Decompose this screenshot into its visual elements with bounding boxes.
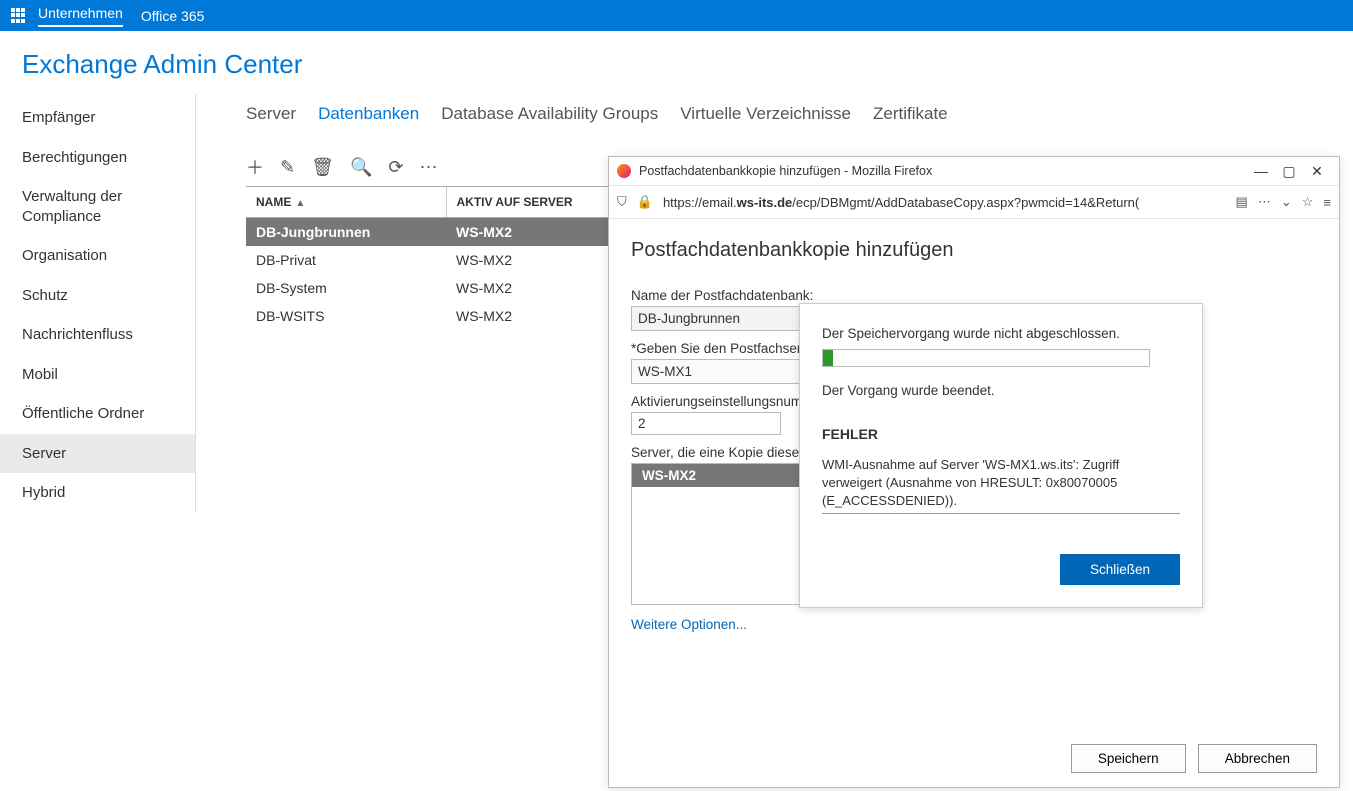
pocket-icon[interactable]: ⌄ <box>1281 194 1292 210</box>
topbar-link-o365[interactable]: Office 365 <box>141 8 205 24</box>
address-bar: ⛉ 🔒 https://email.ws-its.de/ecp/DBMgmt/A… <box>609 185 1339 219</box>
sidebar-item-hybrid[interactable]: Hybrid <box>0 473 195 513</box>
url-text[interactable]: https://email.ws-its.de/ecp/DBMgmt/AddDa… <box>663 195 1226 210</box>
dots-icon[interactable]: ⋯ <box>1258 194 1271 210</box>
sidebar-item-recipients[interactable]: Empfänger <box>0 98 195 138</box>
refresh-icon[interactable]: ⟳ <box>388 157 403 178</box>
lock-icon[interactable]: 🔒 <box>637 194 653 210</box>
sidebar-item-compliance[interactable]: Verwaltung der Compliance <box>0 177 195 236</box>
minimize-icon[interactable]: — <box>1247 163 1275 179</box>
col-name[interactable]: NAME▲ <box>246 187 446 218</box>
add-icon[interactable]: ＋ <box>246 154 264 180</box>
firefox-icon <box>617 164 631 178</box>
more-icon[interactable]: ⋯ <box>419 157 437 178</box>
shield-icon[interactable]: ⛉ <box>617 194 627 210</box>
window-titlebar[interactable]: Postfachdatenbankkopie hinzufügen - Mozi… <box>609 157 1339 185</box>
star-icon[interactable]: ☆ <box>1302 194 1314 210</box>
page-title: Exchange Admin Center <box>22 49 1353 80</box>
delete-icon[interactable]: 🗑 <box>311 157 334 178</box>
error-detail: WMI-Ausnahme auf Server 'WS-MX1.ws.its':… <box>822 456 1180 514</box>
tab-vdir[interactable]: Virtuelle Verzeichnisse <box>680 104 851 124</box>
window-title: Postfachdatenbankkopie hinzufügen - Mozi… <box>639 164 932 178</box>
save-button[interactable]: Speichern <box>1071 744 1186 773</box>
progress-fill <box>823 350 833 366</box>
close-button[interactable]: Schließen <box>1060 554 1180 585</box>
sidebar-item-server[interactable]: Server <box>0 434 195 474</box>
tab-certs[interactable]: Zertifikate <box>873 104 948 124</box>
menu-icon[interactable]: ≡ <box>1323 195 1331 210</box>
error-message-2: Der Vorgang wurde beendet. <box>822 383 1180 398</box>
sidebar: Empfänger Berechtigungen Verwaltung der … <box>0 94 196 513</box>
field-activation-number[interactable]: 2 <box>631 412 781 435</box>
sidebar-item-permissions[interactable]: Berechtigungen <box>0 138 195 178</box>
tab-dag[interactable]: Database Availability Groups <box>441 104 658 124</box>
error-popup: Der Speichervorgang wurde nicht abgeschl… <box>799 303 1203 608</box>
maximize-icon[interactable]: ▢ <box>1275 163 1303 180</box>
app-launcher-icon[interactable] <box>10 8 26 24</box>
sidebar-item-organization[interactable]: Organisation <box>0 236 195 276</box>
sidebar-item-mailflow[interactable]: Nachrichtenfluss <box>0 315 195 355</box>
label-dbname: Name der Postfachdatenbank: <box>631 288 1317 303</box>
dialog-body: Postfachdatenbankkopie hinzufügen Name d… <box>609 219 1339 787</box>
progress-bar <box>822 349 1150 367</box>
sidebar-item-mobile[interactable]: Mobil <box>0 355 195 395</box>
tab-databases[interactable]: Datenbanken <box>318 104 419 124</box>
error-header: FEHLER <box>822 426 1180 442</box>
edit-icon[interactable]: ✎ <box>280 157 295 178</box>
sort-asc-icon: ▲ <box>295 198 305 209</box>
topbar-link-company[interactable]: Unternehmen <box>38 5 123 27</box>
sidebar-item-publicfolders[interactable]: Öffentliche Ordner <box>0 394 195 434</box>
more-options-link[interactable]: Weitere Optionen... <box>631 617 747 632</box>
error-message-1: Der Speichervorgang wurde nicht abgeschl… <box>822 326 1180 341</box>
close-icon[interactable]: ✕ <box>1303 163 1331 180</box>
reader-icon[interactable]: ▤ <box>1236 194 1248 210</box>
dialog-heading: Postfachdatenbankkopie hinzufügen <box>631 239 1317 262</box>
firefox-popup-window: Postfachdatenbankkopie hinzufügen - Mozi… <box>608 156 1340 788</box>
tab-server[interactable]: Server <box>246 104 296 124</box>
search-icon[interactable]: 🔍 <box>350 157 372 178</box>
sidebar-item-protection[interactable]: Schutz <box>0 276 195 316</box>
o365-topbar: Unternehmen Office 365 <box>0 0 1353 31</box>
dialog-footer: Speichern Abbrechen <box>1071 744 1317 773</box>
cancel-button[interactable]: Abbrechen <box>1198 744 1317 773</box>
subnav: Server Datenbanken Database Availability… <box>246 104 1353 124</box>
